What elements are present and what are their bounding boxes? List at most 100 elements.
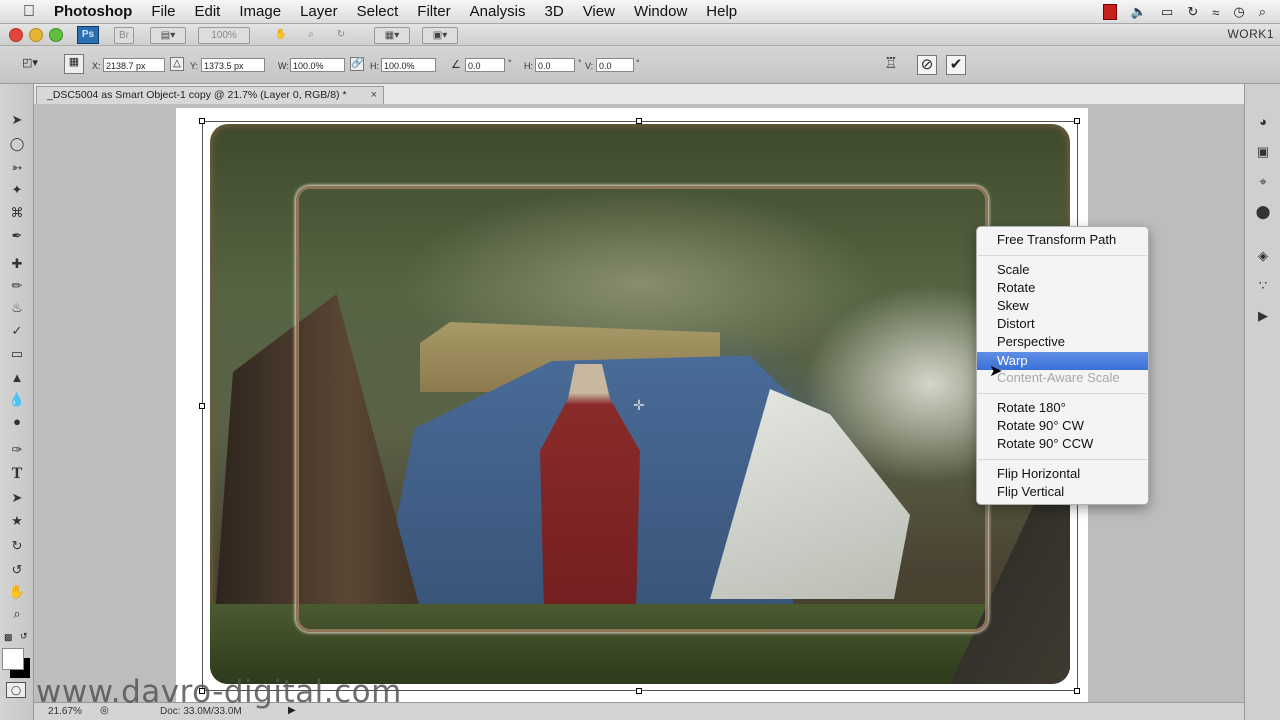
channels-panel-icon[interactable]: ∵ xyxy=(1253,276,1273,296)
hand-tool-icon[interactable]: ✋ xyxy=(7,582,27,602)
3d-rotate-tool-icon[interactable]: ↻ xyxy=(7,536,27,556)
menu-item-rotate-90-cw[interactable]: Rotate 90° CW xyxy=(977,417,1148,435)
menu-item-scale[interactable]: Scale xyxy=(977,261,1148,279)
document-tab[interactable]: _DSC5004 as Smart Object-1 copy @ 21.7% … xyxy=(36,86,384,104)
app-status-icon[interactable] xyxy=(1102,4,1117,20)
menu-window[interactable]: Window xyxy=(634,3,687,20)
view-extras-button[interactable]: ▤▾ xyxy=(150,27,186,44)
navigator-panel-icon[interactable]: ◕ xyxy=(1253,112,1273,132)
menu-image[interactable]: Image xyxy=(239,3,281,20)
clock-icon[interactable]: ◷ xyxy=(1233,4,1244,20)
vertical-skew-field[interactable]: 0.0 xyxy=(596,58,634,72)
close-document-icon[interactable]: × xyxy=(371,87,377,104)
histogram-panel-icon[interactable]: ▣ xyxy=(1253,142,1273,162)
color-panel-icon[interactable]: ⬤ xyxy=(1253,202,1273,222)
zoom-level-dropdown[interactable]: 100% xyxy=(198,27,250,44)
menu-3d[interactable]: 3D xyxy=(545,3,564,20)
pen-tool-icon[interactable]: ✑ xyxy=(7,440,27,460)
commit-transform-button[interactable]: ✔ xyxy=(946,55,966,75)
eyedropper-tool-icon[interactable]: ✒ xyxy=(7,226,27,246)
quick-mask-icon[interactable]: ◯ xyxy=(6,682,26,698)
menu-photoshop[interactable]: Photoshop xyxy=(54,3,132,20)
transform-handle-left[interactable] xyxy=(199,403,205,409)
screen-mode-button[interactable]: ▣▾ xyxy=(422,27,458,44)
time-machine-icon[interactable]: ↻ xyxy=(1187,4,1198,20)
display-icon[interactable]: ▭ xyxy=(1161,4,1173,20)
menu-analysis[interactable]: Analysis xyxy=(470,3,526,20)
history-brush-tool-icon[interactable]: ✓ xyxy=(7,321,27,341)
transform-handle-bottom-right[interactable] xyxy=(1074,688,1080,694)
close-window-button[interactable] xyxy=(9,28,23,42)
brush-tool-icon[interactable]: ✏ xyxy=(7,276,27,296)
transform-handle-top-right[interactable] xyxy=(1074,118,1080,124)
marquee-tool-icon[interactable]: ◯ xyxy=(7,134,27,154)
foreground-color-swatch[interactable] xyxy=(2,648,24,670)
lasso-tool-icon[interactable]: ➳ xyxy=(7,158,27,178)
menu-item-warp[interactable]: Warp xyxy=(977,352,1148,370)
width-field[interactable]: 100.0% xyxy=(290,58,345,72)
menu-item-flip-vertical[interactable]: Flip Vertical xyxy=(977,483,1148,501)
warp-mode-icon[interactable]: ♖ xyxy=(881,55,901,75)
menu-item-free-transform-path[interactable]: Free Transform Path xyxy=(977,231,1148,249)
healing-brush-tool-icon[interactable]: ✚ xyxy=(7,254,27,274)
link-icon[interactable]: 🔗 xyxy=(350,57,364,71)
menu-item-flip-horizontal[interactable]: Flip Horizontal xyxy=(977,465,1148,483)
clone-stamp-tool-icon[interactable]: ♨ xyxy=(7,298,27,318)
blur-tool-icon[interactable]: 💧 xyxy=(7,390,27,410)
menu-edit[interactable]: Edit xyxy=(195,3,221,20)
menu-item-rotate-180[interactable]: Rotate 180° xyxy=(977,399,1148,417)
hand-tool-icon[interactable]: ✋ xyxy=(272,27,290,42)
menu-item-rotate-90-ccw[interactable]: Rotate 90° CCW xyxy=(977,435,1148,453)
arrange-documents-button[interactable]: ▦▾ xyxy=(374,27,410,44)
reference-point-icon[interactable]: ▦ xyxy=(64,54,84,74)
crop-tool-icon[interactable]: ⌘ xyxy=(7,203,27,223)
volume-icon[interactable]: 🔈 xyxy=(1131,4,1147,20)
menu-item-perspective[interactable]: Perspective xyxy=(977,333,1148,351)
x-position-field[interactable]: 2138.7 px xyxy=(103,58,165,72)
rotate-view-icon[interactable]: ↻ xyxy=(332,27,350,42)
wifi-icon[interactable]: ≈ xyxy=(1212,5,1219,20)
reference-point-crosshair-icon[interactable]: ✛ xyxy=(632,398,646,412)
cancel-transform-button[interactable]: ⊘ xyxy=(917,55,937,75)
menu-file[interactable]: File xyxy=(151,3,175,20)
paths-panel-icon[interactable]: ▶ xyxy=(1253,306,1273,326)
relative-position-icon[interactable]: △ xyxy=(170,57,184,71)
spotlight-search-icon[interactable]: ⌕ xyxy=(1259,4,1266,20)
eraser-tool-icon[interactable]: ▭ xyxy=(7,344,27,364)
swap-colors-icon[interactable]: ↺ xyxy=(20,631,28,642)
path-selection-tool-icon[interactable]: ➤ xyxy=(7,488,27,508)
custom-shape-tool-icon[interactable]: ★ xyxy=(7,511,27,531)
menu-view[interactable]: View xyxy=(583,3,615,20)
menu-item-skew[interactable]: Skew xyxy=(977,297,1148,315)
menu-select[interactable]: Select xyxy=(357,3,399,20)
bridge-button[interactable]: Br xyxy=(114,27,134,44)
info-panel-icon[interactable]: ⌖ xyxy=(1253,172,1273,192)
quick-selection-tool-icon[interactable]: ✦ xyxy=(7,180,27,200)
move-tool-icon[interactable]: ➤ xyxy=(7,110,27,130)
layers-panel-icon[interactable]: ◈ xyxy=(1253,246,1273,266)
y-position-field[interactable]: 1373.5 px xyxy=(201,58,265,72)
type-tool-icon[interactable]: T xyxy=(7,464,27,484)
paint-bucket-tool-icon[interactable]: ▲ xyxy=(7,368,27,388)
menu-item-distort[interactable]: Distort xyxy=(977,315,1148,333)
menu-filter[interactable]: Filter xyxy=(417,3,450,20)
default-colors-icon[interactable]: ▩ xyxy=(4,632,13,643)
zoom-window-button[interactable] xyxy=(49,28,63,42)
horizontal-skew-field[interactable]: 0.0 xyxy=(535,58,575,72)
workspace-switcher[interactable]: WORK1 xyxy=(1227,27,1274,41)
minimize-window-button[interactable] xyxy=(29,28,43,42)
tool-preset-picker-icon[interactable]: ◰▾ xyxy=(14,56,46,72)
menu-layer[interactable]: Layer xyxy=(300,3,338,20)
zoom-tool-icon[interactable]: ⌕ xyxy=(302,27,320,42)
transform-handle-top-left[interactable] xyxy=(199,118,205,124)
height-field[interactable]: 100.0% xyxy=(381,58,436,72)
transform-handle-top[interactable] xyxy=(636,118,642,124)
menu-help[interactable]: Help xyxy=(706,3,737,20)
apple-icon[interactable]:  xyxy=(20,3,38,21)
menu-item-rotate[interactable]: Rotate xyxy=(977,279,1148,297)
rotation-angle-field[interactable]: 0.0 xyxy=(465,58,505,72)
dodge-tool-icon[interactable]: ● xyxy=(7,412,27,432)
zoom-tool-icon[interactable]: ⌕ xyxy=(7,604,27,624)
3d-orbit-tool-icon[interactable]: ↺ xyxy=(7,560,27,580)
transform-handle-bottom[interactable] xyxy=(636,688,642,694)
